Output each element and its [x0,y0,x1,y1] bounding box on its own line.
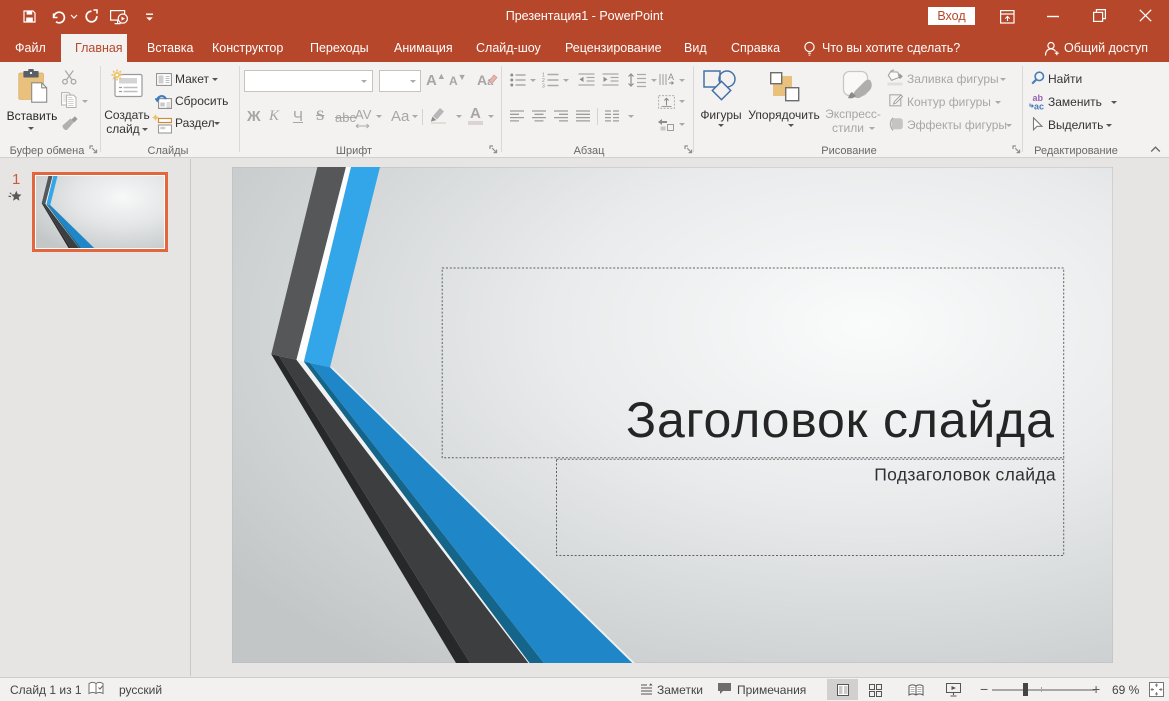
svg-text:Подзаголовок слайда: Подзаголовок слайда [874,465,1056,485]
svg-text:3: 3 [542,84,545,89]
svg-text:Заголовок слайда: Заголовок слайда [626,392,1055,448]
svg-text:ac: ac [1034,102,1044,111]
svg-text:A: A [668,72,674,82]
